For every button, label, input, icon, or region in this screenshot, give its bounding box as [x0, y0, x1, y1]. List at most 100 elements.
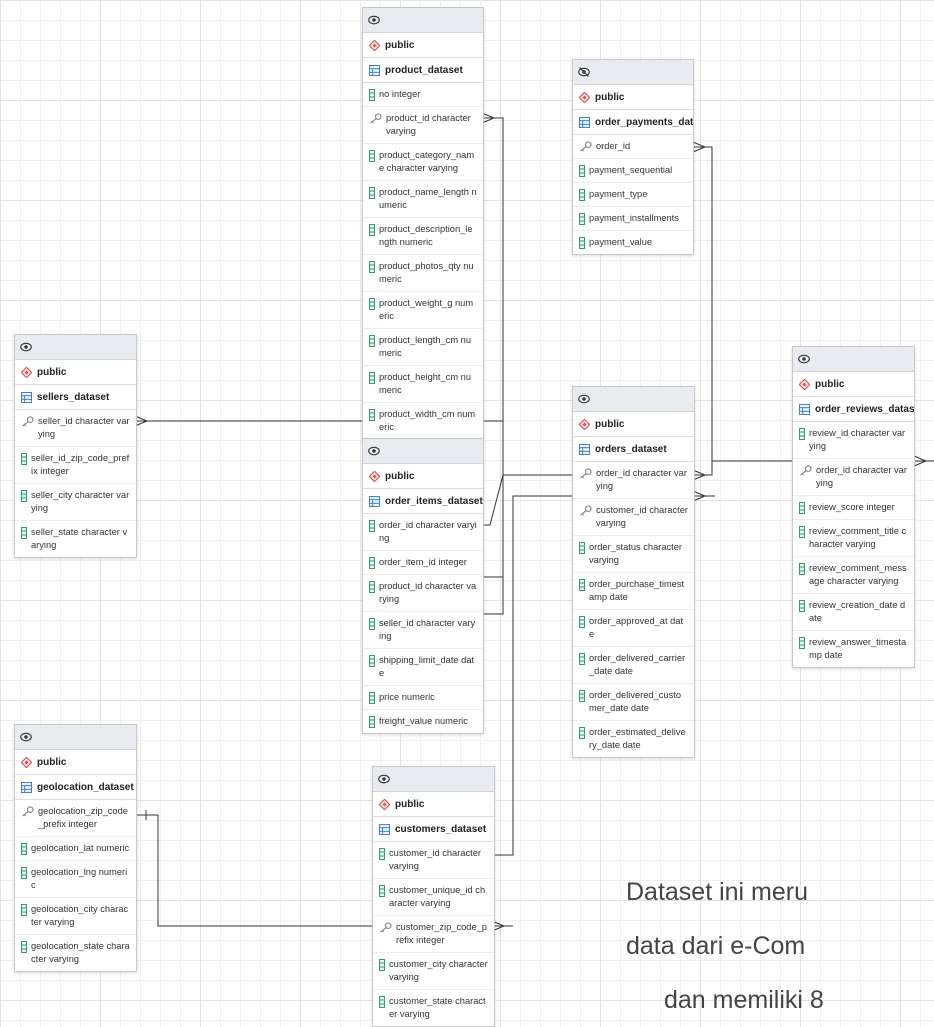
table-sellers[interactable]: public sellers_dataset seller_id character…	[14, 334, 137, 558]
column-row[interactable]: no integer	[363, 83, 483, 107]
table-name[interactable]: order_reviews_dataset	[793, 397, 914, 422]
column-row[interactable]: order_status character varying	[573, 536, 694, 573]
column-row[interactable]: product_length_cm numeric	[363, 329, 483, 366]
column-row[interactable]: customer_zip_code_prefix integer	[373, 916, 494, 953]
table-name-text: customers_dataset	[395, 823, 487, 835]
column-row[interactable]: order_id	[573, 135, 693, 159]
table-header[interactable]	[573, 387, 694, 412]
column-row[interactable]: order_id character varying	[573, 462, 694, 499]
table-product[interactable]: public product_datasetno integer product_i…	[362, 7, 484, 440]
column-label: product_height_cm numeric	[379, 372, 471, 395]
column-icon	[21, 867, 27, 879]
table-header[interactable]	[363, 439, 483, 464]
column-row[interactable]: order_id character varying	[363, 514, 483, 551]
column-row[interactable]: customer_id character varying	[573, 499, 694, 536]
column-row[interactable]: customer_unique_id character varying	[373, 879, 494, 916]
column-row[interactable]: seller_state character varying	[15, 521, 136, 557]
column-icon	[379, 959, 385, 971]
table-orders[interactable]: public orders_dataset order_id character v…	[572, 386, 695, 758]
table-header[interactable]	[373, 767, 494, 792]
column-row[interactable]: order_delivered_customer_date date	[573, 684, 694, 721]
column-icon	[21, 843, 27, 855]
column-row[interactable]: review_creation_date date	[793, 594, 914, 631]
column-row[interactable]: review_score integer	[793, 496, 914, 520]
column-row[interactable]: shipping_limit_date date	[363, 649, 483, 686]
table-name[interactable]: geolocation_dataset	[15, 775, 136, 800]
column-row[interactable]: order_purchase_timestamp date	[573, 573, 694, 610]
column-row[interactable]: geolocation_lng numeric	[15, 861, 136, 898]
column-row[interactable]: customer_id character varying	[373, 842, 494, 879]
table-name[interactable]: customers_dataset	[373, 817, 494, 842]
schema-name: public	[385, 39, 415, 51]
column-label: review_answer_timestamp date	[809, 637, 907, 660]
column-row[interactable]: price numeric	[363, 686, 483, 710]
table-icon	[21, 781, 32, 793]
column-row[interactable]: review_comment_message character varying	[793, 557, 914, 594]
table-reviews[interactable]: public order_reviews_dataset review_id cha…	[792, 346, 915, 668]
column-label: order_item_id integer	[379, 557, 467, 567]
schema-icon	[369, 39, 380, 51]
table-header[interactable]	[793, 347, 914, 372]
table-name-text: geolocation_dataset	[37, 781, 134, 793]
column-row[interactable]: product_name_length numeric	[363, 181, 483, 218]
column-row[interactable]: customer_city character varying	[373, 953, 494, 990]
table-geo[interactable]: public geolocation_dataset geolocation_zip…	[14, 724, 137, 972]
table-name[interactable]: order_items_dataset	[363, 489, 483, 514]
table-name[interactable]: order_payments_dataset	[573, 110, 693, 135]
column-row[interactable]: product_description_length numeric	[363, 218, 483, 255]
key-icon	[380, 922, 392, 933]
column-label: geolocation_city character varying	[31, 904, 129, 927]
column-row[interactable]: seller_id character varying	[363, 612, 483, 649]
column-row[interactable]: review_answer_timestamp date	[793, 631, 914, 667]
column-row[interactable]: review_id character varying	[793, 422, 914, 459]
column-row[interactable]: geolocation_city character varying	[15, 898, 136, 935]
eye-icon	[798, 354, 810, 364]
column-label: product_name_length numeric	[379, 187, 477, 210]
column-row[interactable]: product_weight_g numeric	[363, 292, 483, 329]
column-row[interactable]: product_width_cm numeric	[363, 403, 483, 439]
column-row[interactable]: order_id character varying	[793, 459, 914, 496]
table-header[interactable]	[15, 335, 136, 360]
column-row[interactable]: seller_id character varying	[15, 410, 136, 447]
table-name-text: order_payments_dataset	[595, 116, 694, 128]
column-row[interactable]: order_delivered_carrier_date date	[573, 647, 694, 684]
table-header[interactable]	[15, 725, 136, 750]
table-payments[interactable]: public order_payments_dataset order_idpaym…	[572, 59, 694, 255]
column-row[interactable]: geolocation_zip_code_prefix integer	[15, 800, 136, 837]
schema-label: public	[373, 792, 494, 817]
table-items[interactable]: public order_items_dataset order_id charac…	[362, 438, 484, 734]
column-row[interactable]: payment_sequential	[573, 159, 693, 183]
table-name[interactable]: sellers_dataset	[15, 385, 136, 410]
table-customers[interactable]: public customers_dataset customer_id chara…	[372, 766, 495, 1027]
column-label: order_delivered_customer_date date	[589, 690, 681, 713]
schema-name: public	[37, 366, 67, 378]
column-row[interactable]: product_height_cm numeric	[363, 366, 483, 403]
column-row[interactable]: seller_city character varying	[15, 484, 136, 521]
column-label: seller_state character varying	[31, 527, 128, 550]
table-header[interactable]	[363, 8, 483, 33]
column-row[interactable]: review_comment_title character varying	[793, 520, 914, 557]
table-name[interactable]: product_dataset	[363, 58, 483, 83]
column-row[interactable]: product_id character varying	[363, 575, 483, 612]
column-row[interactable]: order_estimated_delivery_date date	[573, 721, 694, 757]
column-row[interactable]: payment_type	[573, 183, 693, 207]
column-row[interactable]: geolocation_state character varying	[15, 935, 136, 971]
column-label: product_description_length numeric	[379, 224, 473, 247]
column-row[interactable]: freight_value numeric	[363, 710, 483, 733]
schema-label: public	[573, 85, 693, 110]
column-row[interactable]: geolocation_lat numeric	[15, 837, 136, 861]
column-row[interactable]: product_category_name character varying	[363, 144, 483, 181]
table-name-text: product_dataset	[385, 64, 463, 76]
column-label: payment_type	[589, 189, 648, 199]
column-row[interactable]: payment_value	[573, 231, 693, 254]
column-row[interactable]: order_approved_at date	[573, 610, 694, 647]
column-row[interactable]: product_id character varying	[363, 107, 483, 144]
column-row[interactable]: seller_id_zip_code_prefix integer	[15, 447, 136, 484]
table-name[interactable]: orders_dataset	[573, 437, 694, 462]
table-header[interactable]	[573, 60, 693, 85]
column-label: order_id	[596, 141, 631, 151]
column-label: order_id character varying	[379, 520, 477, 543]
column-row[interactable]: order_item_id integer	[363, 551, 483, 575]
column-row[interactable]: product_photos_qty numeric	[363, 255, 483, 292]
column-row[interactable]: payment_installments	[573, 207, 693, 231]
